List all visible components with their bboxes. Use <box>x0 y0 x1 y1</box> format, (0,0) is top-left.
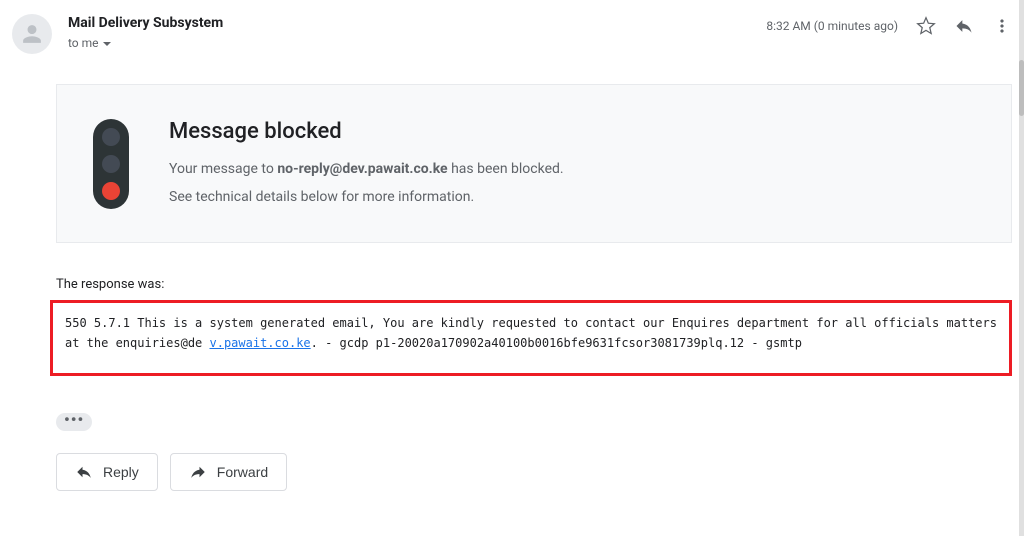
forward-label: Forward <box>217 464 268 480</box>
show-trimmed-button[interactable]: ••• <box>56 413 92 431</box>
blocked-recipient-email: no-reply@dev.pawait.co.ke <box>277 161 447 177</box>
reply-icon <box>75 463 93 481</box>
star-icon <box>916 16 936 36</box>
blocked-line1-before: Your message to <box>169 161 277 177</box>
response-text-after: . - gcdp p1-20020a170902a40100b0016bfe96… <box>311 336 802 350</box>
header-actions: 8:32 AM (0 minutes ago) <box>766 14 1012 36</box>
message-header: Mail Delivery Subsystem to me 8:32 AM (0… <box>0 0 1024 54</box>
chevron-down-icon <box>103 42 111 46</box>
recipient-label: to me <box>68 36 99 50</box>
message-actions: Reply Forward <box>56 453 1012 491</box>
response-link[interactable]: v.pawait.co.ke <box>210 336 311 350</box>
reply-button[interactable]: Reply <box>56 453 158 491</box>
bulb-off-top <box>102 128 120 146</box>
email-message-view: Mail Delivery Subsystem to me 8:32 AM (0… <box>0 0 1024 536</box>
stoplight-icon <box>93 119 129 209</box>
star-button[interactable] <box>916 16 936 36</box>
reply-icon <box>954 16 974 36</box>
bulb-red <box>102 182 120 200</box>
blocked-line2: See technical details below for more inf… <box>169 186 564 208</box>
more-button[interactable] <box>992 16 1012 36</box>
more-vert-icon <box>992 16 1012 36</box>
response-box: 550 5.7.1 This is a system generated ema… <box>50 300 1012 376</box>
sender-info: Mail Delivery Subsystem to me <box>68 14 766 51</box>
reply-label: Reply <box>103 464 139 480</box>
sender-name: Mail Delivery Subsystem <box>68 14 766 32</box>
reply-icon-button[interactable] <box>954 16 974 36</box>
recipient-line[interactable]: to me <box>68 36 111 50</box>
blocked-card-text: Message blocked Your message to no-reply… <box>169 113 564 214</box>
timestamp: 8:32 AM (0 minutes ago) <box>766 19 898 33</box>
blocked-line1: Your message to no-reply@dev.pawait.co.k… <box>169 158 564 180</box>
response-label: The response was: <box>56 277 1012 292</box>
person-icon <box>21 23 43 45</box>
blocked-card: Message blocked Your message to no-reply… <box>56 84 1012 243</box>
blocked-title: Message blocked <box>169 119 564 144</box>
blocked-line1-after: has been blocked. <box>448 161 564 177</box>
bulb-off-mid <box>102 155 120 173</box>
forward-icon <box>189 463 207 481</box>
sender-avatar[interactable] <box>12 14 52 54</box>
trimmed-content-wrapper: ••• <box>56 410 1012 431</box>
forward-button[interactable]: Forward <box>170 453 287 491</box>
scrollbar-thumb[interactable] <box>1019 60 1024 116</box>
